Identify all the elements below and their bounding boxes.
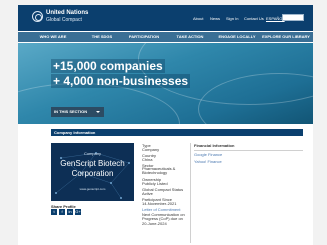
sign-in-link[interactable]: Sign In bbox=[226, 16, 238, 21]
status-value: Active bbox=[142, 191, 153, 196]
twitter-icon[interactable]: t bbox=[51, 209, 57, 215]
company-name-line2: Corporation bbox=[71, 169, 114, 178]
contact-us-link[interactable]: Contact Us bbox=[244, 16, 264, 21]
in-this-section-label: IN THIS SECTION bbox=[54, 109, 88, 114]
nav-who-we-are[interactable]: WHO WE ARE bbox=[28, 32, 78, 42]
company-url: www.genscript.com bbox=[79, 187, 106, 191]
google-plus-icon[interactable]: G+ bbox=[75, 209, 81, 215]
section-title: Company Information bbox=[54, 130, 96, 135]
participant-since-value: 14-November-2021 bbox=[142, 201, 177, 206]
nav-engage-locally[interactable]: ENGAGE LOCALLY bbox=[214, 32, 260, 42]
chevron-down-icon bbox=[96, 111, 100, 113]
brand-subtitle[interactable]: Global Compact bbox=[46, 17, 82, 23]
main-nav: WHO WE ARE THE SDGS PARTICIPATION TAKE A… bbox=[18, 32, 313, 42]
next-cop-label: Next Communication on Progress (CoP) due… bbox=[142, 212, 185, 221]
linkedin-icon[interactable]: in bbox=[67, 209, 73, 215]
sector-value: Pharmaceuticals & Biotechnology bbox=[142, 166, 176, 175]
nav-explore-library[interactable]: EXPLORE OUR LIBRARY bbox=[262, 32, 310, 42]
ownership-value: Publicly Listed bbox=[142, 181, 168, 186]
cover-caption: Company bbox=[83, 151, 102, 156]
top-header: United Nations Global Compact About News… bbox=[18, 5, 313, 31]
facebook-icon[interactable]: f bbox=[59, 209, 65, 215]
brand-name[interactable]: United Nations bbox=[46, 10, 88, 16]
nav-the-sdgs[interactable]: THE SDGS bbox=[86, 32, 118, 42]
un-logo-icon[interactable] bbox=[32, 11, 43, 22]
hero-wave bbox=[18, 83, 180, 124]
search-input[interactable] bbox=[282, 14, 304, 21]
country-value: China bbox=[142, 157, 153, 162]
section-header: Company Information bbox=[51, 129, 303, 136]
page: United Nations Global Compact About News… bbox=[18, 5, 313, 245]
company-cover-image: Company GenScript Biotech Corporation ww… bbox=[51, 143, 134, 201]
financial-divider bbox=[194, 150, 303, 151]
hero-non-businesses-count: + 4,000 non-businesses bbox=[51, 74, 191, 88]
nav-take-action[interactable]: TAKE ACTION bbox=[170, 32, 210, 42]
nav-participation[interactable]: PARTICIPATION bbox=[122, 32, 166, 42]
yahoo-finance-link[interactable]: Yahoo! Finance bbox=[194, 159, 222, 164]
financial-info-title: Financial Information bbox=[194, 143, 235, 148]
column-divider bbox=[190, 143, 191, 243]
type-value: Company bbox=[142, 147, 160, 152]
company-name-line1: GenScript Biotech bbox=[60, 159, 125, 168]
google-finance-link[interactable]: Google Finance bbox=[194, 152, 222, 157]
news-link[interactable]: News bbox=[210, 16, 220, 21]
next-cop-value: 20-June-2024 bbox=[142, 221, 167, 226]
hero-companies-count: +15,000 companies bbox=[51, 59, 165, 73]
about-link[interactable]: About bbox=[193, 16, 203, 21]
in-this-section-dropdown[interactable]: IN THIS SECTION bbox=[51, 107, 104, 117]
